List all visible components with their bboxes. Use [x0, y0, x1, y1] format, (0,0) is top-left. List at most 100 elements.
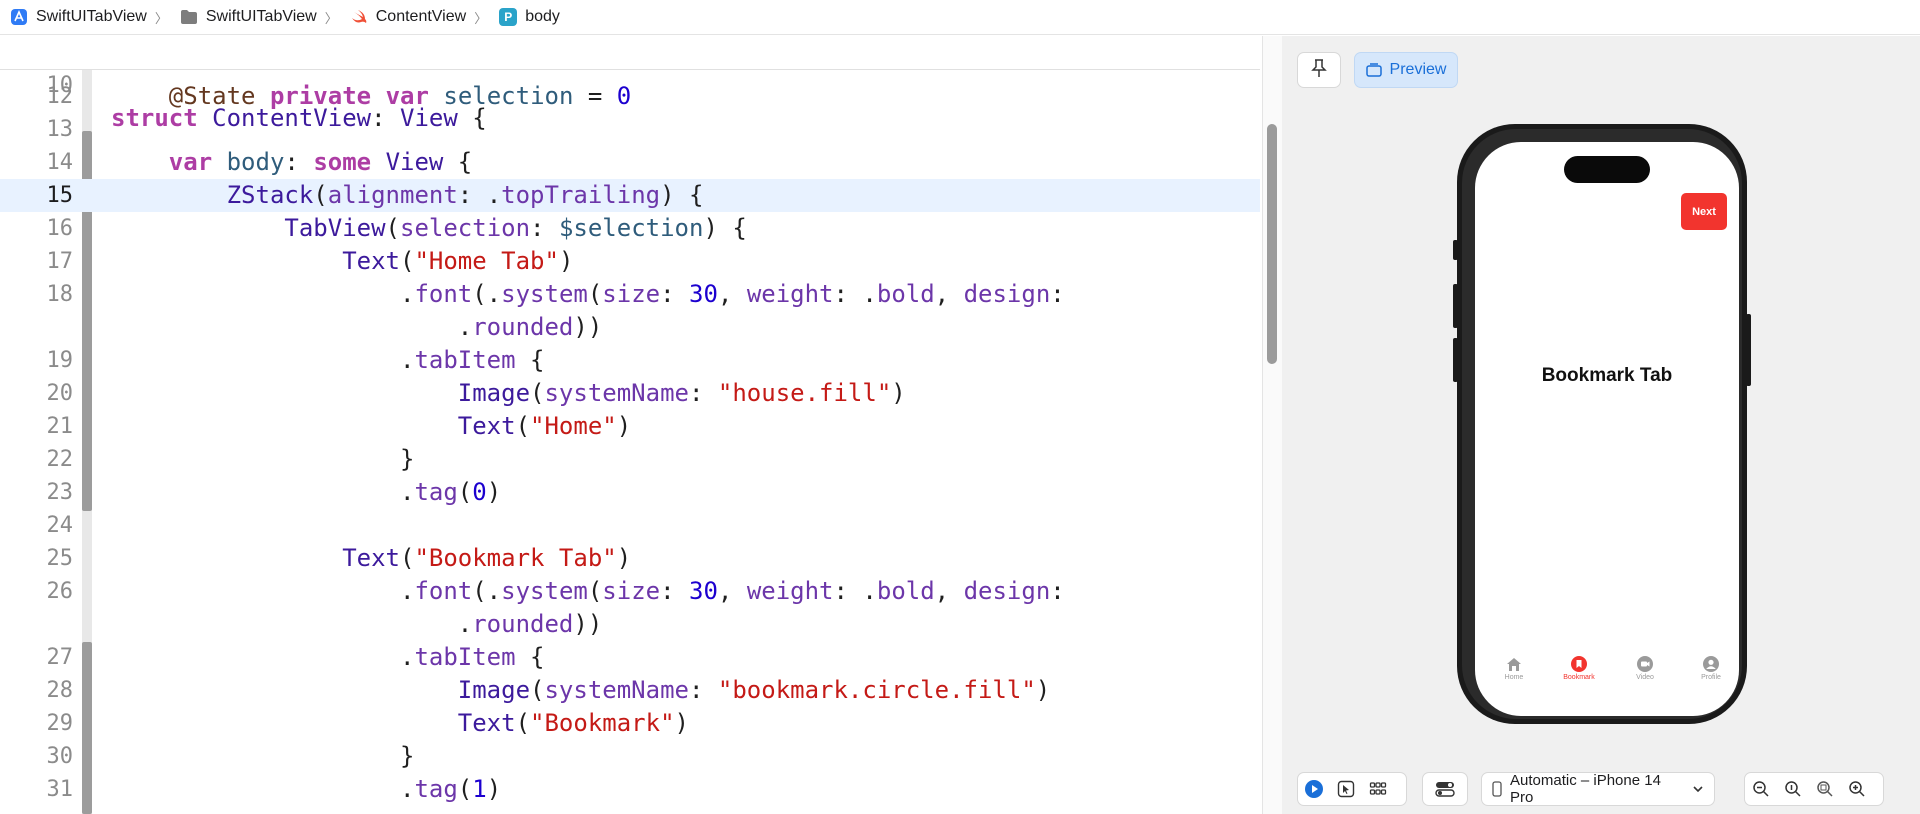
pin-preview-button[interactable]	[1297, 52, 1341, 88]
code-text: Image(systemName: "house.fill")	[457, 379, 906, 407]
code-line[interactable]: 19 .tabItem {	[0, 344, 1260, 377]
code-line[interactable]: 14 var body: some View {	[0, 146, 1260, 179]
device-settings-icon	[1434, 778, 1456, 800]
code-text: .tabItem {	[111, 346, 545, 374]
device-selector-label: Automatic – iPhone 14 Pro	[1510, 772, 1661, 806]
dynamic-island	[1564, 156, 1650, 183]
code-text: .rounded))	[111, 313, 603, 341]
code-text: .tag(1)	[111, 775, 502, 803]
line-number: 29	[46, 711, 74, 736]
breadcrumb-file[interactable]: ContentView	[350, 0, 466, 34]
preview-device-icon	[1365, 63, 1382, 77]
breadcrumb-label: ContentView	[375, 8, 467, 25]
tab-item-bookmark[interactable]: Bookmark	[1554, 656, 1604, 681]
chevron-down-icon	[1692, 784, 1704, 794]
code-text: .tabItem {	[111, 643, 545, 671]
code-text: struct ContentView: View {	[111, 104, 487, 132]
pin-icon	[1310, 58, 1328, 83]
code-text: Text("Bookmark")	[457, 709, 689, 737]
device-bezel: Next Bookmark Tab Home Bookmark Video Pr…	[1462, 129, 1742, 719]
variants-grid-icon[interactable]	[1367, 778, 1389, 800]
code-text: Image(systemName: "bookmark.circle.fill"…	[457, 676, 1051, 704]
code-line[interactable]: 23 .tag(0)	[0, 476, 1260, 509]
zoom-out-icon[interactable]	[1750, 778, 1772, 800]
next-button[interactable]: Next	[1681, 193, 1727, 230]
code-text: }	[111, 445, 415, 473]
line-number: 21	[46, 414, 74, 439]
breadcrumb-folder[interactable]: SwiftUITabView	[180, 0, 317, 34]
video-circle-fill-icon	[1637, 656, 1653, 672]
line-number: 15	[46, 183, 74, 208]
line-number: 28	[46, 678, 74, 703]
property-icon: P	[499, 8, 518, 26]
device-selector[interactable]: Automatic – iPhone 14 Pro	[1481, 772, 1715, 806]
breadcrumb-label: SwiftUITabView	[36, 8, 147, 25]
tab-item-home[interactable]: Home	[1489, 656, 1539, 681]
line-number: 27	[46, 645, 74, 670]
zoom-to-100-icon[interactable]	[1782, 778, 1804, 800]
code-text: Text("Home Tab")	[342, 247, 574, 275]
line-number: 24	[46, 513, 74, 538]
chevron-right-icon: 〉	[324, 10, 338, 26]
code-text: Text("Bookmark Tab")	[342, 544, 632, 572]
scrollbar-thumb[interactable]	[1267, 124, 1277, 364]
app-preview-screen[interactable]: Next Bookmark Tab Home Bookmark Video Pr…	[1475, 142, 1739, 716]
breadcrumb-label: SwiftUITabView	[205, 8, 317, 25]
bookmark-circle-fill-icon	[1571, 656, 1587, 672]
line-number: 26	[46, 579, 74, 604]
code-text: var body: some View {	[168, 148, 473, 176]
editor-scrollbar[interactable]	[1262, 36, 1283, 814]
tab-title: Bookmark Tab	[1541, 365, 1673, 386]
code-line[interactable]: 31 .tag(1)	[0, 773, 1260, 806]
preview-label: Preview	[1389, 61, 1447, 78]
code-text: TabView(selection: $selection) {	[284, 214, 747, 242]
code-line[interactable]: 21 Text("Home")	[0, 410, 1260, 443]
code-line[interactable]: 27 .tabItem {	[0, 641, 1260, 674]
line-number: 25	[46, 546, 74, 571]
code-line[interactable]: 29 Text("Bookmark")	[0, 707, 1260, 740]
code-line-wrapped[interactable]: .rounded))	[0, 608, 1260, 641]
tab-label: Video	[1636, 674, 1654, 681]
code-line[interactable]: 26 .font(.system(size: 30, weight: .bold…	[0, 575, 1260, 608]
code-text: .font(.system(size: 30, weight: .bold, d…	[111, 577, 1065, 605]
code-line[interactable]: 24	[0, 509, 1260, 542]
preview-mode-controls	[1297, 772, 1407, 806]
zoom-to-fit-icon[interactable]	[1814, 778, 1836, 800]
line-number: 23	[46, 480, 74, 505]
breadcrumb: SwiftUITabView 〉 SwiftUITabView 〉 Conten…	[0, 0, 1920, 35]
line-number: 30	[46, 744, 74, 769]
code-line-wrapped[interactable]: .rounded))	[0, 311, 1260, 344]
code-text: .tag(0)	[111, 478, 502, 506]
breadcrumb-project[interactable]: SwiftUITabView	[10, 0, 147, 34]
code-line[interactable]: 17 Text("Home Tab")	[0, 245, 1260, 278]
code-line[interactable]: 30 }	[0, 740, 1260, 773]
code-line[interactable]: 25 Text("Bookmark Tab")	[0, 542, 1260, 575]
tab-label: Profile	[1701, 674, 1721, 681]
line-number: 22	[46, 447, 74, 472]
breadcrumb-symbol[interactable]: P body	[499, 0, 560, 34]
code-line[interactable]: 20 Image(systemName: "house.fill")	[0, 377, 1260, 410]
tab-item-video[interactable]: Video	[1620, 656, 1670, 681]
line-number: 19	[46, 348, 74, 373]
code-text: .rounded))	[111, 610, 603, 638]
selectable-mode-icon[interactable]	[1335, 778, 1357, 800]
live-preview-icon[interactable]	[1303, 778, 1325, 800]
breadcrumb-label: body	[525, 8, 560, 25]
preview-mode-button[interactable]: Preview	[1354, 52, 1458, 88]
code-line[interactable]: 28 Image(systemName: "bookmark.circle.fi…	[0, 674, 1260, 707]
code-line-active[interactable]: 15 ZStack(alignment: .topTrailing) {	[0, 179, 1260, 212]
phone-icon	[1492, 781, 1502, 797]
tab-item-profile[interactable]: Profile	[1686, 656, 1736, 681]
code-line[interactable]: 16 TabView(selection: $selection) {	[0, 212, 1260, 245]
line-number: 20	[46, 381, 74, 406]
code-line[interactable]: 18 .font(.system(size: 30, weight: .bold…	[0, 278, 1260, 311]
canvas-settings-button[interactable]	[1422, 772, 1468, 806]
zoom-in-icon[interactable]	[1846, 778, 1868, 800]
code-editor[interactable]: 10 struct ContentView: View { 12 @State …	[0, 36, 1260, 814]
code-text: .font(.system(size: 30, weight: .bold, d…	[111, 280, 1065, 308]
code-text: ZStack(alignment: .topTrailing) {	[226, 181, 704, 209]
tab-label: Bookmark	[1563, 674, 1595, 681]
house-fill-icon	[1506, 656, 1522, 672]
code-line[interactable]: 22 }	[0, 443, 1260, 476]
app-project-icon	[10, 8, 28, 26]
